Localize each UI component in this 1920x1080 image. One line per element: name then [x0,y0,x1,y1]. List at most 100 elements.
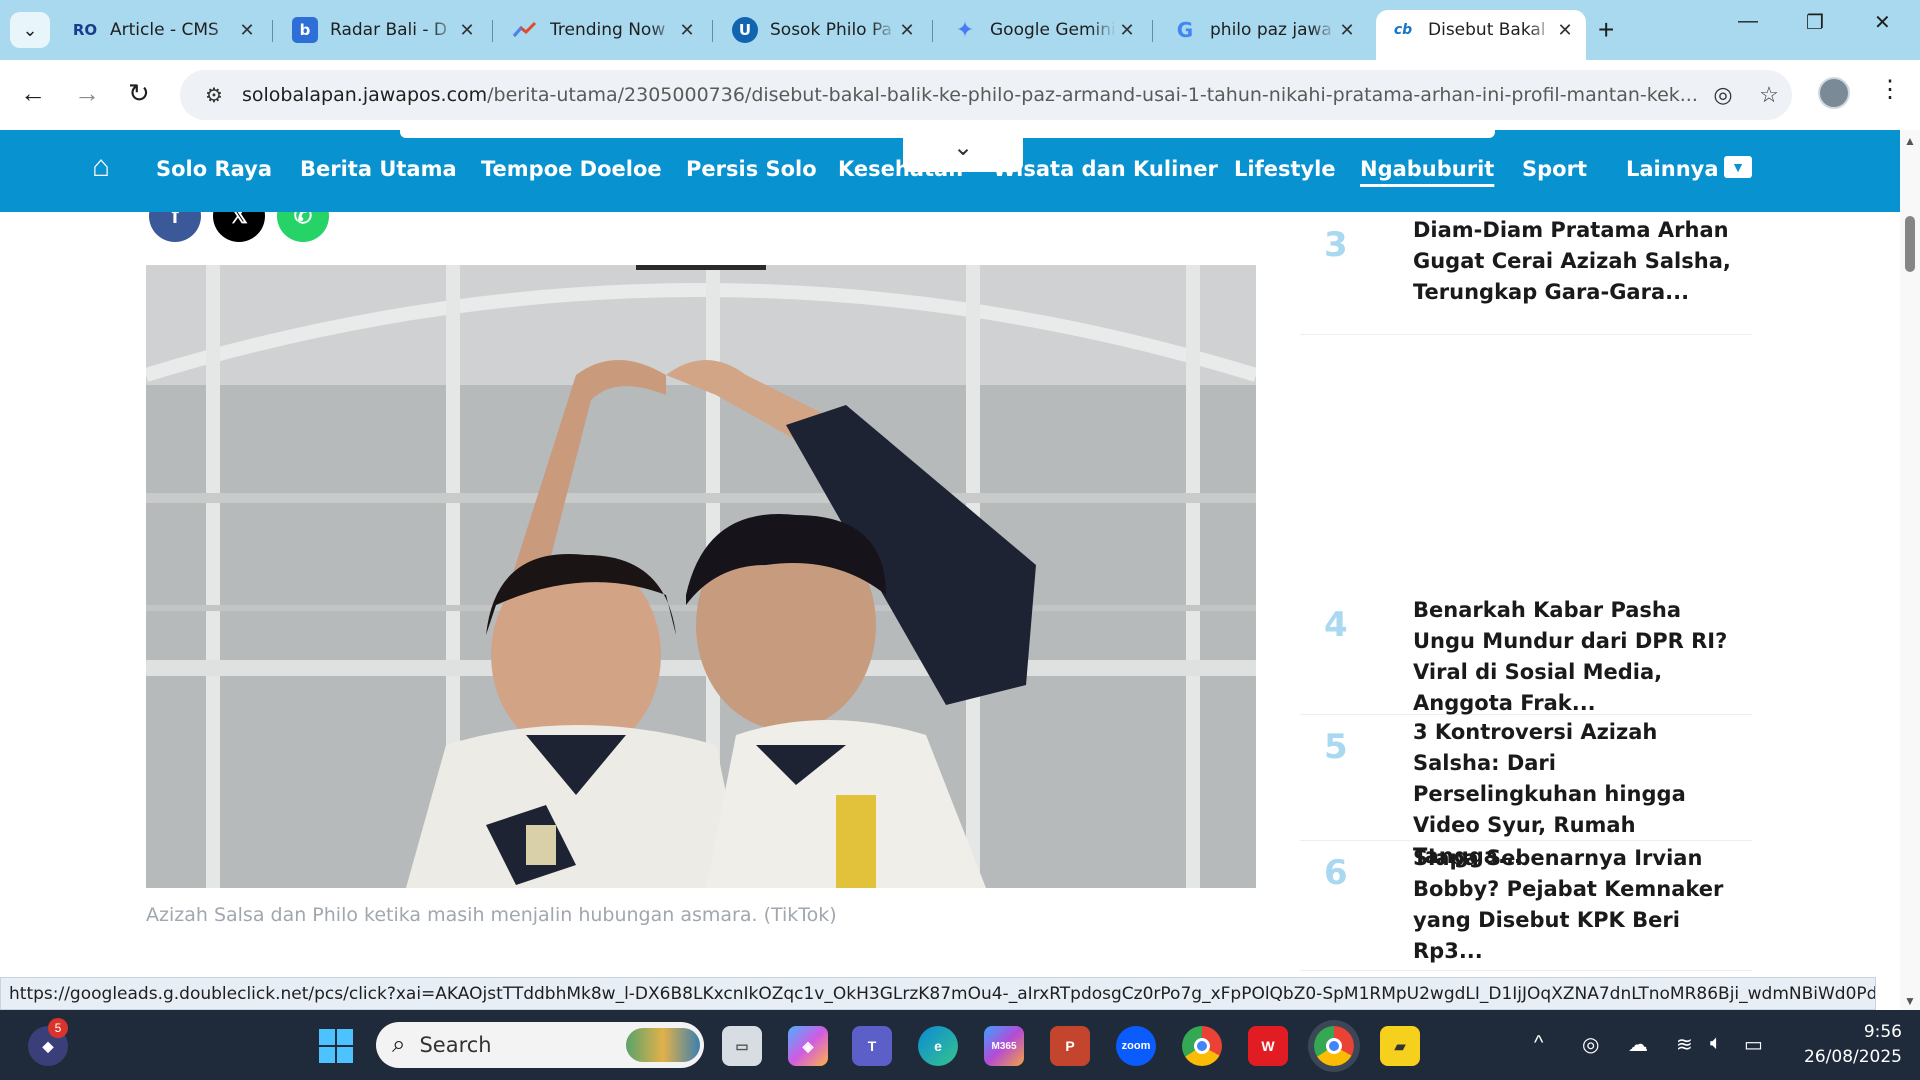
browser-toolbar: ← → ↻ ⚙ solobalapan.jawapos.com/berita-u… [0,60,1920,130]
bookmark-star-icon[interactable]: ☆ [1746,82,1792,108]
tab-search-chevron-icon[interactable]: ⌄ [10,12,50,48]
close-window-icon[interactable]: ✕ [1874,10,1891,35]
teams-icon[interactable]: T [852,1026,892,1066]
trending-item[interactable]: 6 Siapa Sebenarnya Irvian Bobby? Pejabat… [1300,841,1752,971]
show-hidden-icons-chevron-icon[interactable]: ^ [1534,1032,1543,1055]
back-arrow-icon[interactable]: ← [20,78,46,109]
gemini-sparkle-icon: ✦ [955,17,975,43]
nav-tempoe-doeloe[interactable]: Tempoe Doeloe [481,157,662,181]
chrome-icon[interactable] [1182,1026,1222,1066]
close-tab-icon[interactable]: ✕ [1336,20,1358,41]
tab-radar-bali[interactable]: b Radar Bali - D ✕ [278,10,488,50]
trending-rank: 4 [1324,605,1348,645]
tab-divider [1152,20,1153,42]
nav-persis-solo[interactable]: Persis Solo [686,157,817,181]
nav-sport[interactable]: Sport [1522,157,1587,181]
close-tab-icon[interactable]: ✕ [896,20,918,41]
tab-title: Radar Bali - D [330,20,448,40]
article-hero-image [146,265,1256,888]
taskbar-search-box[interactable]: ⌕ Search [376,1022,704,1068]
nav-wisata-dan-kuliner[interactable]: Wisata dan Kuliner [993,157,1218,181]
trending-rank: 6 [1324,853,1348,893]
tab-divider [712,20,713,42]
trending-title[interactable]: Benarkah Kabar Pasha Ungu Mundur dari DP… [1413,595,1733,719]
url-path: /berita-utama/2305000736/disebut-bakal-b… [487,84,1698,106]
chrome-profile-active-icon[interactable] [1314,1026,1354,1066]
close-tab-icon[interactable]: ✕ [456,20,478,41]
tab-divider [492,20,493,42]
powerpoint-icon[interactable]: P [1050,1026,1090,1066]
site-info-icon[interactable]: ⚙ [194,83,234,108]
tab-trending-now[interactable]: Trending Now ✕ [498,10,708,50]
tab-google-gemini[interactable]: ✦ Google Gemini ✕ [938,10,1148,50]
nav-lainnya[interactable]: Lainnya [1626,157,1719,181]
close-tab-icon[interactable]: ✕ [1116,20,1138,41]
clock-time: 9:56 [1863,1022,1902,1042]
wps-office-icon[interactable]: W [1248,1026,1288,1066]
new-tab-plus-icon[interactable]: + [1598,14,1614,46]
more-menu-icon[interactable]: ⋮ [1878,75,1902,104]
image-caption: Azizah Salsa dan Philo ketika masih menj… [146,904,837,926]
google-favicon-icon: G [1176,18,1194,42]
windows-start-icon[interactable] [316,1026,356,1066]
windows-taskbar: ◆ 5 ⌕ Search ▭ ◈ T e M365 P zoom W ▰ ^ ◎… [0,1010,1920,1080]
trending-rank: 3 [1324,225,1348,265]
reload-icon[interactable]: ↻ [128,78,150,109]
profile-avatar[interactable] [1818,77,1850,109]
cms-favicon-icon: RO [72,21,98,39]
zoom-icon[interactable]: zoom [1116,1026,1156,1066]
sosok-favicon-icon: U [732,17,758,43]
notification-badge: 5 [48,1018,68,1038]
search-highlight-image [626,1028,700,1062]
minimize-icon[interactable]: — [1738,10,1758,33]
nav-berita-utama[interactable]: Berita Utama [300,157,457,181]
tab-divider [272,20,273,42]
page-scrollbar[interactable]: ▲ ▼ [1900,130,1920,1010]
scrollbar-thumb[interactable] [1905,216,1915,272]
eye-off-icon[interactable]: ◎ [1700,82,1746,108]
edge-icon[interactable]: e [918,1026,958,1066]
tab-article-cms[interactable]: RO Article - CMS ✕ [58,10,268,50]
clock-date: 26/08/2025 [1804,1047,1902,1067]
restore-window-icon[interactable]: ❐ [1806,10,1824,35]
trending-item[interactable]: 5 3 Kontroversi Azizah Salsha: Dari Pers… [1300,715,1752,868]
m365-icon[interactable]: M365 [984,1026,1024,1066]
scroll-up-icon[interactable]: ▲ [1904,134,1916,148]
wifi-icon[interactable]: ≋ [1676,1032,1693,1057]
tab-sosok-philo[interactable]: U Sosok Philo Pa ✕ [718,10,928,50]
forward-arrow-icon[interactable]: → [74,78,100,109]
task-view-icon[interactable]: ▭ [722,1026,762,1066]
collapse-header-chevron-icon[interactable]: ⌄ [903,130,1023,172]
system-clock[interactable]: 9:56 26/08/2025 [1790,1020,1902,1070]
tab-title: Sosok Philo Pa [770,20,892,40]
nav-solo-raya[interactable]: Solo Raya [156,157,272,181]
tab-divider [932,20,933,42]
tab-disebut-bakal-active[interactable]: cb Disebut Bakal ✕ [1376,10,1586,60]
trending-rank: 5 [1324,727,1348,767]
link-status-bar: https://googleads.g.doubleclick.net/pcs/… [0,977,1876,1010]
copilot-icon[interactable]: ◈ [788,1026,828,1066]
close-tab-icon[interactable]: ✕ [676,20,698,41]
cloud-icon[interactable]: ☁ [1628,1032,1648,1057]
trending-item[interactable]: 3 Diam-Diam Pratama Arhan Gugat Cerai Az… [1300,205,1752,335]
trending-item[interactable]: 4 Benarkah Kabar Pasha Ungu Mundur dari … [1300,585,1752,715]
sync-status-icon[interactable]: ◎ [1582,1032,1599,1057]
tab-philo-paz-search[interactable]: G philo paz jawa ✕ [1158,10,1368,50]
tab-title: Article - CMS [110,20,219,40]
tab-title: Trending Now [550,20,666,40]
address-bar[interactable]: ⚙ solobalapan.jawapos.com/berita-utama/2… [180,70,1792,120]
trending-title[interactable]: Siapa Sebenarnya Irvian Bobby? Pejabat K… [1413,843,1733,967]
volume-icon[interactable]: 🔈︎ [1710,1032,1722,1055]
sticky-notes-icon[interactable]: ▰ [1380,1026,1420,1066]
tab-title: Disebut Bakal [1428,20,1546,40]
close-tab-icon[interactable]: ✕ [1554,20,1576,41]
nav-lifestyle[interactable]: Lifestyle [1234,157,1336,181]
home-icon[interactable]: ⌂ [92,150,110,184]
scroll-down-icon[interactable]: ▼ [1904,994,1916,1008]
battery-icon[interactable]: ▭ [1744,1032,1763,1057]
lainnya-dropdown-icon[interactable]: ▼ [1724,156,1752,178]
url-text: solobalapan.jawapos.com/berita-utama/230… [242,84,1700,106]
trending-title[interactable]: Diam-Diam Pratama Arhan Gugat Cerai Aziz… [1413,215,1733,308]
nav-ngabuburit[interactable]: Ngabuburit [1360,157,1494,181]
close-tab-icon[interactable]: ✕ [236,20,258,41]
